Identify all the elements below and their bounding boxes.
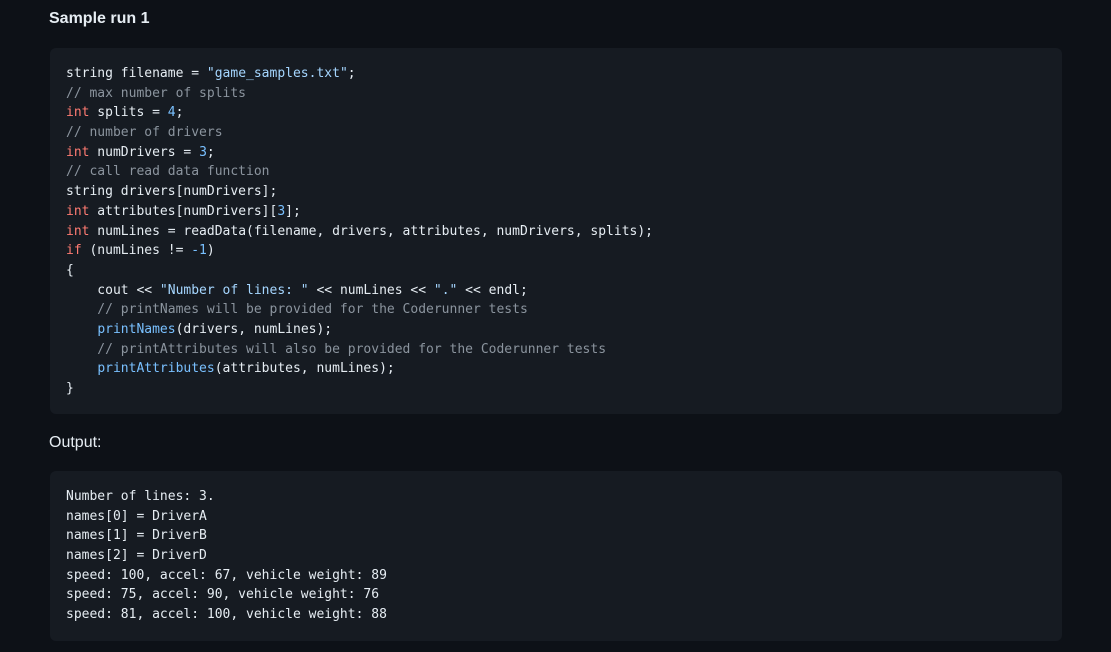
code-token: // printAttributes will also be provided… — [66, 341, 607, 357]
code-token: // call read data function — [66, 164, 270, 180]
code-line: int numLines = readData(filename, driver… — [66, 222, 1046, 242]
code-line: // number of drivers — [66, 123, 1046, 143]
code-line: printAttributes(attributes, numLines); — [66, 359, 1046, 379]
code-token: (drivers, numLines); — [175, 321, 333, 337]
code-token: << endl; — [457, 282, 528, 298]
code-token: "." — [433, 282, 458, 298]
code-line: cout << "Number of lines: " << numLines … — [66, 281, 1046, 301]
code-token: ; — [206, 144, 215, 160]
code-token: if — [66, 243, 82, 259]
page: Sample run 1 string filename = "game_sam… — [0, 0, 1111, 652]
output-line: speed: 75, accel: 90, vehicle weight: 76 — [66, 587, 380, 603]
section-title: Sample run 1 — [49, 10, 150, 27]
code-token: 4 — [167, 105, 176, 121]
code-content[interactable]: string filename = "game_samples.txt";// … — [66, 64, 1046, 399]
code-token: // max number of splits — [66, 85, 247, 101]
code-token: (numLines != — [81, 243, 192, 259]
code-token: string drivers[numDrivers]; — [66, 184, 278, 200]
code-line: string filename = "game_samples.txt"; — [66, 64, 1046, 84]
code-token: "Number of lines: " — [159, 282, 309, 298]
code-token: ; — [347, 66, 356, 81]
code-line: // max number of splits — [66, 84, 1046, 104]
code-token: int — [66, 203, 90, 219]
code-token: cout << — [66, 282, 160, 298]
output-content[interactable]: Number of lines: 3. names[0] = DriverA nam… — [66, 487, 1046, 625]
code-line: int splits = 4; — [66, 103, 1046, 123]
code-token: 3 — [199, 144, 207, 160]
output-title: Output: — [49, 434, 102, 451]
code-line: } — [66, 379, 1046, 399]
code-line: int numDrivers = 3; — [66, 143, 1046, 163]
code-token: numDrivers = — [89, 144, 200, 160]
code-token: printAttributes — [97, 361, 215, 377]
code-token: 3 — [277, 203, 286, 219]
code-token: { — [66, 262, 74, 278]
code-line: // printNames will be provided for the C… — [66, 300, 1046, 320]
code-line: string drivers[numDrivers]; — [66, 182, 1046, 202]
code-token: ; — [175, 105, 184, 121]
code-token: -1 — [191, 243, 207, 259]
code-token: int — [66, 144, 90, 160]
code-block[interactable]: string filename = "game_samples.txt";// … — [50, 48, 1062, 414]
code-line: // printAttributes will also be provided… — [66, 340, 1046, 360]
code-token: string filename = — [66, 66, 207, 81]
code-token: (attributes, numLines); — [214, 361, 395, 377]
code-token: // printNames will be provided for the C… — [66, 302, 528, 318]
code-line: int attributes[numDrivers][3]; — [66, 202, 1046, 222]
output-line: names[2] = DriverD — [66, 548, 207, 564]
code-token: ]; — [285, 203, 301, 219]
code-token: << numLines << — [308, 282, 434, 298]
code-token: numLines = readData(filename, drivers, a… — [89, 223, 654, 239]
output-block[interactable]: Number of lines: 3. names[0] = DriverA nam… — [50, 471, 1062, 641]
code-token: ) — [206, 243, 215, 259]
output-line: Number of lines: 3. — [66, 489, 215, 504]
code-token: "game_samples.txt" — [206, 66, 348, 81]
code-line: { — [66, 261, 1046, 281]
code-token: int — [66, 105, 90, 121]
code-line: printNames(drivers, numLines); — [66, 320, 1046, 340]
output-line: speed: 81, accel: 100, vehicle weight: 8… — [66, 607, 387, 623]
output-line: names[1] = DriverB — [66, 528, 207, 544]
code-token: printNames — [97, 321, 176, 337]
code-token: // number of drivers — [66, 125, 223, 141]
output-line: names[0] = DriverA — [66, 508, 207, 524]
code-line: if (numLines != -1) — [66, 241, 1046, 261]
output-line: speed: 100, accel: 67, vehicle weight: 8… — [66, 567, 387, 583]
code-token: int — [66, 223, 90, 239]
code-token: splits = — [89, 105, 168, 121]
code-line: // call read data function — [66, 162, 1046, 182]
code-token: attributes[numDrivers][ — [89, 203, 278, 219]
code-token: } — [66, 381, 74, 396]
